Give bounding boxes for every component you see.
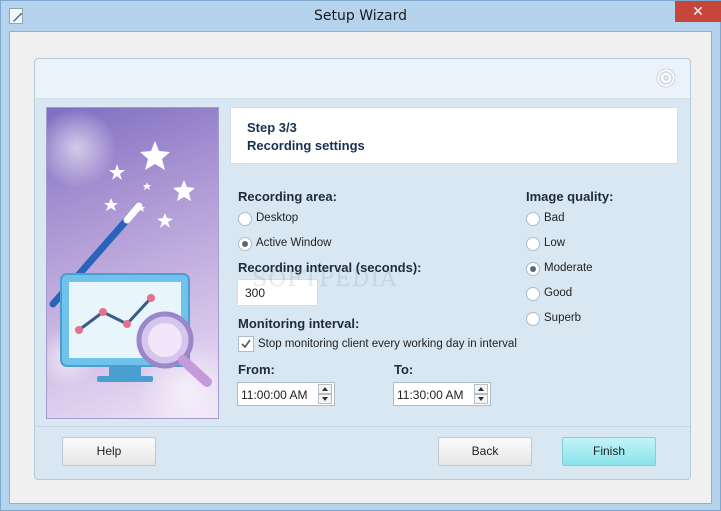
- from-time-value: 11:00:00 AM: [241, 388, 308, 402]
- help-button[interactable]: Help: [62, 437, 156, 466]
- recording-interval-label: Recording interval (seconds):: [238, 260, 422, 275]
- footer-divider: [35, 426, 690, 427]
- radio-label: Bad: [544, 212, 565, 224]
- radio-label: Low: [544, 237, 566, 249]
- window-title: Setup Wizard: [314, 8, 407, 24]
- to-spin-up-button[interactable]: [474, 384, 488, 394]
- radio-button[interactable]: [526, 312, 540, 326]
- back-button[interactable]: Back: [438, 437, 532, 466]
- stop-monitoring-checkbox[interactable]: [238, 336, 254, 352]
- from-spin-down-button[interactable]: [318, 394, 332, 404]
- radio-label: Superb: [544, 312, 582, 324]
- panel-header: [35, 59, 690, 99]
- star-icon: [104, 141, 195, 228]
- from-label: From:: [238, 362, 275, 377]
- to-spin-down-button[interactable]: [474, 394, 488, 404]
- to-label: To:: [394, 362, 414, 377]
- to-time-value: 11:30:00 AM: [397, 388, 464, 402]
- step-name: Recording settings: [247, 138, 365, 153]
- radio-button[interactable]: [526, 237, 540, 251]
- setup-wizard-window: Setup Wizard ✕ Step 3/3 Recording settin…: [0, 0, 721, 511]
- radio-button[interactable]: [526, 262, 540, 276]
- from-spin-up-button[interactable]: [318, 384, 332, 394]
- client-area: Step 3/3 Recording settings Recording ar…: [9, 31, 712, 504]
- radio-button[interactable]: [526, 212, 540, 226]
- wizard-panel: Step 3/3 Recording settings Recording ar…: [34, 58, 691, 480]
- stop-monitoring-label: Stop monitoring client every working day…: [258, 338, 517, 350]
- recording-area-label: Recording area:: [238, 189, 337, 204]
- close-button[interactable]: ✕: [675, 1, 721, 22]
- disc-icon: [656, 68, 676, 88]
- step-header: Step 3/3 Recording settings: [230, 107, 678, 164]
- image-quality-label: Image quality:: [526, 189, 614, 204]
- checkmark-icon: [241, 339, 251, 349]
- monitoring-interval-label: Monitoring interval:: [238, 316, 360, 331]
- title-bar[interactable]: Setup Wizard ✕: [1, 1, 721, 31]
- to-time-picker[interactable]: 11:30:00 AM: [393, 382, 491, 406]
- radio-label: Desktop: [256, 212, 299, 224]
- radio-label: Moderate: [544, 262, 593, 274]
- wizard-illustration: [46, 107, 219, 419]
- radio-label: Active Window: [256, 237, 332, 249]
- step-number: Step 3/3: [247, 120, 297, 135]
- finish-button[interactable]: Finish: [562, 437, 656, 466]
- radio-button[interactable]: [238, 237, 252, 251]
- from-time-picker[interactable]: 11:00:00 AM: [237, 382, 335, 406]
- radio-button[interactable]: [526, 287, 540, 301]
- recording-interval-input[interactable]: 300: [237, 279, 318, 306]
- radio-label: Good: [544, 287, 573, 299]
- radio-button[interactable]: [238, 212, 252, 226]
